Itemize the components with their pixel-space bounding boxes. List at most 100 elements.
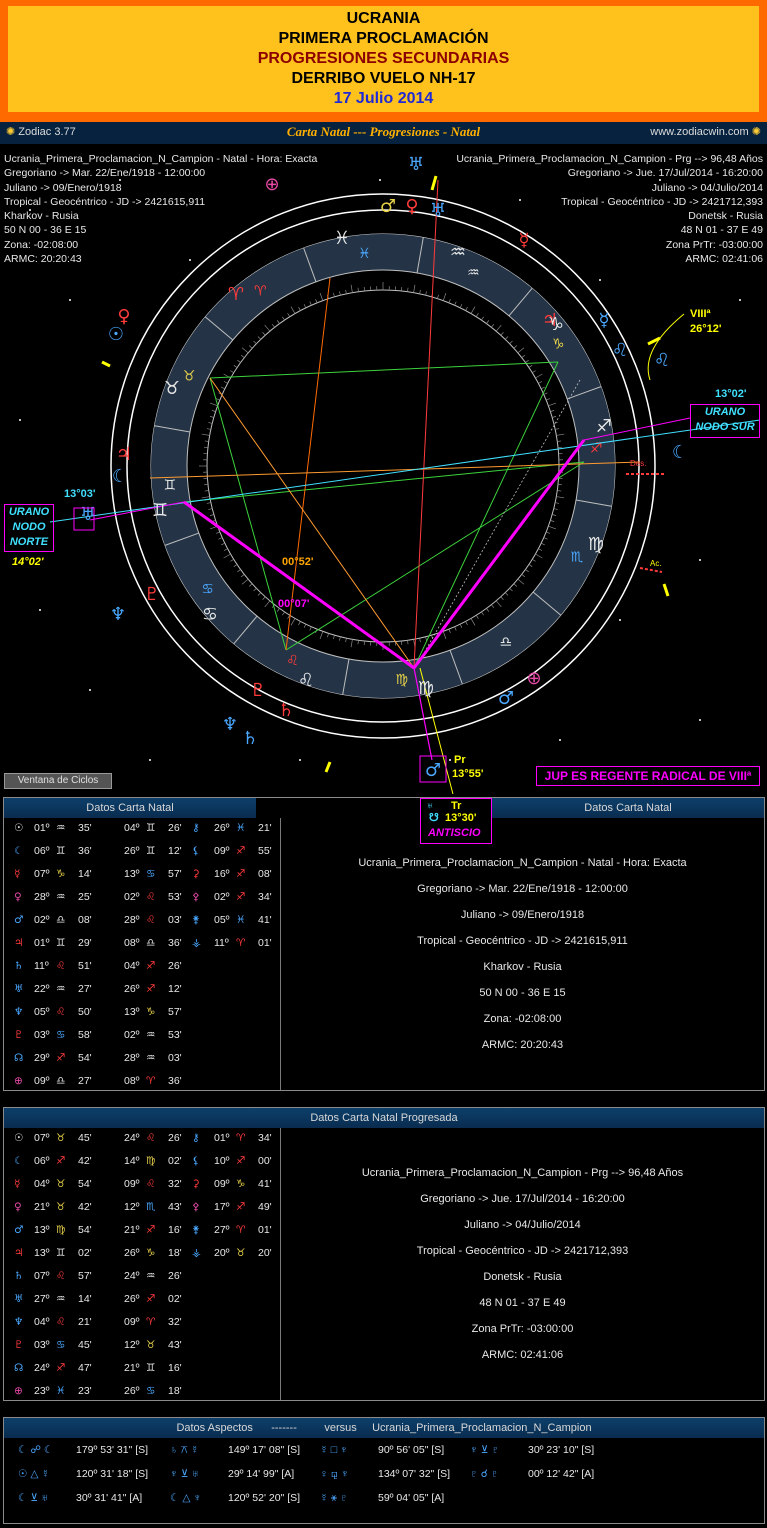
position-row: ♀ 28º ♒ 25' 02º ♌ 53' ⚴ 02º ♐ 34'	[4, 887, 280, 910]
sign-glyph-icon: ♈	[236, 1224, 246, 1236]
sign-glyph-icon: ♊	[146, 845, 156, 857]
aspect-glyph-icon: ☿ ⚹ ♇	[320, 1492, 348, 1504]
degree-tick	[543, 392, 548, 395]
planet-glyph-icon: ⚳	[192, 1178, 200, 1190]
degree-tick	[535, 553, 543, 559]
position-value: 42'	[78, 1201, 92, 1213]
aspect-line	[285, 277, 331, 651]
planet-glyph-icon: ♌	[612, 340, 628, 361]
position-value: 57'	[78, 1270, 92, 1282]
position-value: 43'	[168, 1339, 182, 1351]
position-value: 41'	[258, 1178, 272, 1190]
degree-tick	[442, 292, 447, 301]
position-row: ♄ 11º ♌ 51' 04º ♐ 26'	[4, 956, 280, 979]
zodiac-sign-glyph: ♊	[164, 478, 177, 494]
sign-glyph-icon: ♑	[236, 1178, 246, 1190]
degree-tick	[465, 306, 468, 311]
progressed-meta: Ucrania_Primera_Proclamacion_N_Campion -…	[281, 1160, 764, 1368]
degree-tick	[541, 386, 545, 390]
aspects-title-sep: -------	[271, 1422, 297, 1434]
info_right-line: Gregoriano -> Jue. 17/Jul/2014 - 16:20:0…	[567, 167, 763, 180]
degree-tick	[241, 578, 249, 585]
sign-glyph-icon: ♒	[56, 891, 66, 903]
aspect-glyph-icon: ♆ ⊻ ♇	[470, 1444, 500, 1456]
urano-north-degree-2: 14°02'	[12, 556, 44, 568]
aspect-value: 30º 31' 41" [A]	[76, 1492, 143, 1504]
degree-tick	[350, 284, 353, 293]
degree-tick	[557, 490, 562, 492]
degree-tick	[491, 604, 495, 609]
sign-glyph-icon: ♒	[56, 1293, 66, 1305]
degree-tick	[206, 428, 211, 430]
degree-tick	[481, 611, 484, 616]
planet-glyph-icon: ♉	[164, 378, 180, 399]
urano-north-degree: 13°03'	[64, 488, 96, 500]
position-value: 24º	[124, 1270, 140, 1282]
aspect-line	[183, 461, 585, 503]
natal-positions-table: ☉ 01º ♒ 35' 04º ♊ 26' ⚷ 26º ♓ 21' ☾ 06º ♊ 36' 26º ♊ 12' ⚸ 0…	[4, 818, 280, 1094]
planet-glyph-icon: ☾	[14, 845, 24, 857]
position-value: 11º	[214, 937, 229, 949]
aspect-value: 149º 17' 08" [S]	[228, 1444, 301, 1456]
position-value: 25'	[78, 891, 92, 903]
site-url[interactable]: www.zodiacwin.com ✺	[650, 125, 761, 138]
planet-glyph-icon: ⊕	[14, 1385, 23, 1397]
degree-tick	[319, 292, 324, 301]
zodiac-sign-glyph: ♌	[286, 653, 299, 669]
aspect-glyph-icon: ♄ ⚻ ☿	[170, 1444, 199, 1456]
position-value: 26º	[124, 845, 140, 857]
zodiac-sign-glyph: ♎	[499, 634, 512, 650]
sign-glyph-icon: ♋	[146, 1385, 156, 1397]
planet-glyph-icon: ⊕	[526, 668, 541, 689]
aspects-panel-title: Datos Aspectos ------- versus Ucrania_Pr…	[4, 1418, 764, 1438]
sign-glyph-icon: ♌	[146, 1132, 156, 1144]
sign-glyph-icon: ♊	[56, 845, 66, 857]
position-value: 02'	[78, 1247, 92, 1259]
ventana-ciclos-button[interactable]: Ventana de Ciclos	[4, 773, 112, 789]
sign-glyph-icon: ♈	[236, 1132, 246, 1144]
sign-glyph-icon: ♈	[146, 1075, 156, 1087]
position-value: 57'	[168, 868, 182, 880]
degree-tick	[201, 433, 210, 436]
planet-glyph-icon: ♐	[596, 416, 612, 437]
sign-glyph-icon: ♊	[56, 1247, 66, 1259]
degree-tick	[548, 525, 557, 530]
degree-tick	[541, 542, 545, 546]
angle-label-2: 00°07'	[278, 598, 310, 610]
sign-glyph-icon: ♏	[146, 1201, 156, 1213]
house-cusp-tick	[324, 761, 332, 773]
degree-tick	[419, 638, 421, 643]
aspect-glyph-icon: ☾ △ ♆	[170, 1492, 202, 1504]
position-row: ♂ 02º ♎ 08' 28º ♌ 03' ⚵ 05º ♓ 41'	[4, 910, 280, 933]
degree-tick	[505, 592, 509, 596]
position-value: 28º	[34, 891, 50, 903]
degree-tick	[546, 398, 551, 401]
sign-glyph-icon: ♐	[146, 983, 156, 995]
position-value: 47'	[78, 1362, 92, 1374]
info_right-line: Zona PrTr: -03:00:00	[665, 238, 763, 251]
progressed-info-right: Ucrania_Primera_Proclamacion_N_Campion -…	[456, 152, 763, 266]
progressed-mars-icon: ♂	[425, 760, 441, 781]
planet-glyph-icon: ♇	[14, 1339, 24, 1351]
header-panel: UCRANIA PRIMERA PROCLAMACIÓN PROGRESIONE…	[8, 6, 759, 112]
degree-tick	[509, 340, 513, 344]
sign-glyph-icon: ♋	[56, 1339, 66, 1351]
position-value: 08º	[124, 1075, 140, 1087]
position-value: 35'	[78, 822, 92, 834]
position-value: 23º	[34, 1385, 50, 1397]
position-value: 21º	[124, 1362, 140, 1374]
house-viii-degree: 26°12'	[690, 323, 722, 335]
degree-tick	[442, 631, 447, 640]
position-value: 32'	[168, 1178, 182, 1190]
position-row: ☊ 24º ♐ 47' 21º ♊ 16'	[4, 1358, 280, 1381]
position-value: 53'	[168, 891, 182, 903]
natal-meta: Ucrania_Primera_Proclamacion_N_Campion -…	[281, 850, 764, 1058]
sign-glyph-icon: ♋	[56, 1029, 66, 1041]
position-value: 16'	[168, 1362, 182, 1374]
planet-glyph-icon: ♄	[14, 1270, 24, 1282]
position-value: 26'	[168, 960, 182, 972]
meta-line: Gregoriano -> Mar. 22/Ene/1918 - 12:00:0…	[417, 883, 628, 895]
degree-tick	[309, 301, 312, 306]
aspect-value: 120º 31' 18" [S]	[76, 1468, 149, 1480]
star	[449, 759, 451, 761]
